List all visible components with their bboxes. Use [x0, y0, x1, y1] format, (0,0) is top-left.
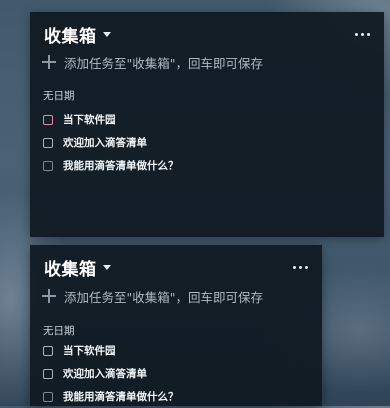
- task-item[interactable]: 欢迎加入滴答清单: [43, 131, 179, 154]
- plus-icon: [42, 289, 56, 303]
- task-label[interactable]: 欢迎加入滴答清单: [63, 366, 147, 381]
- more-horizontal-icon[interactable]: [293, 254, 308, 280]
- task-item[interactable]: 当下软件园: [43, 339, 179, 362]
- section-label: 无日期: [43, 90, 75, 102]
- list-title[interactable]: 收集箱: [44, 255, 97, 280]
- plus-icon: [42, 55, 56, 69]
- task-item[interactable]: 欢迎加入滴答清单: [43, 362, 179, 385]
- list-title[interactable]: 收集箱: [44, 22, 97, 47]
- task-label[interactable]: 当下软件园: [63, 343, 116, 358]
- add-task-placeholder[interactable]: 添加任务至"收集箱"，回车即可保存: [64, 53, 263, 72]
- caret-down-icon[interactable]: [102, 31, 111, 37]
- task-checkbox[interactable]: [43, 114, 53, 125]
- inbox-widget: 收集箱 添加任务至"收集箱"，回车即可保存 无日期 当下软件园 欢迎加入滴答清单…: [30, 245, 322, 406]
- task-item[interactable]: 我能用滴答清单做什么？: [43, 385, 179, 408]
- inbox-widget: 收集箱 添加任务至"收集箱"，回车即可保存 无日期 当下软件园 欢迎加入滴答清单…: [30, 12, 384, 237]
- task-label[interactable]: 我能用滴答清单做什么？: [63, 158, 179, 173]
- task-label[interactable]: 当下软件园: [63, 112, 116, 127]
- list-header[interactable]: 收集箱: [44, 21, 111, 47]
- task-label[interactable]: 欢迎加入滴答清单: [63, 135, 147, 150]
- task-list: 当下软件园 欢迎加入滴答清单 我能用滴答清单做什么？: [43, 339, 179, 408]
- add-task-placeholder[interactable]: 添加任务至"收集箱"，回车即可保存: [64, 287, 263, 306]
- section-label: 无日期: [43, 325, 75, 337]
- task-label[interactable]: 我能用滴答清单做什么？: [63, 389, 179, 404]
- caret-down-icon[interactable]: [102, 264, 111, 270]
- task-checkbox[interactable]: [43, 391, 53, 402]
- task-checkbox[interactable]: [43, 160, 53, 171]
- add-task-input[interactable]: 添加任务至"收集箱"，回车即可保存: [42, 52, 263, 72]
- add-task-input[interactable]: 添加任务至"收集箱"，回车即可保存: [42, 286, 263, 306]
- task-checkbox[interactable]: [43, 345, 53, 356]
- list-header[interactable]: 收集箱: [44, 254, 111, 280]
- task-item[interactable]: 当下软件园: [43, 108, 179, 131]
- task-list: 当下软件园 欢迎加入滴答清单 我能用滴答清单做什么？: [43, 108, 179, 177]
- task-item[interactable]: 我能用滴答清单做什么？: [43, 154, 179, 177]
- more-horizontal-icon[interactable]: [355, 21, 370, 47]
- task-checkbox[interactable]: [43, 137, 53, 148]
- task-checkbox[interactable]: [43, 368, 53, 379]
